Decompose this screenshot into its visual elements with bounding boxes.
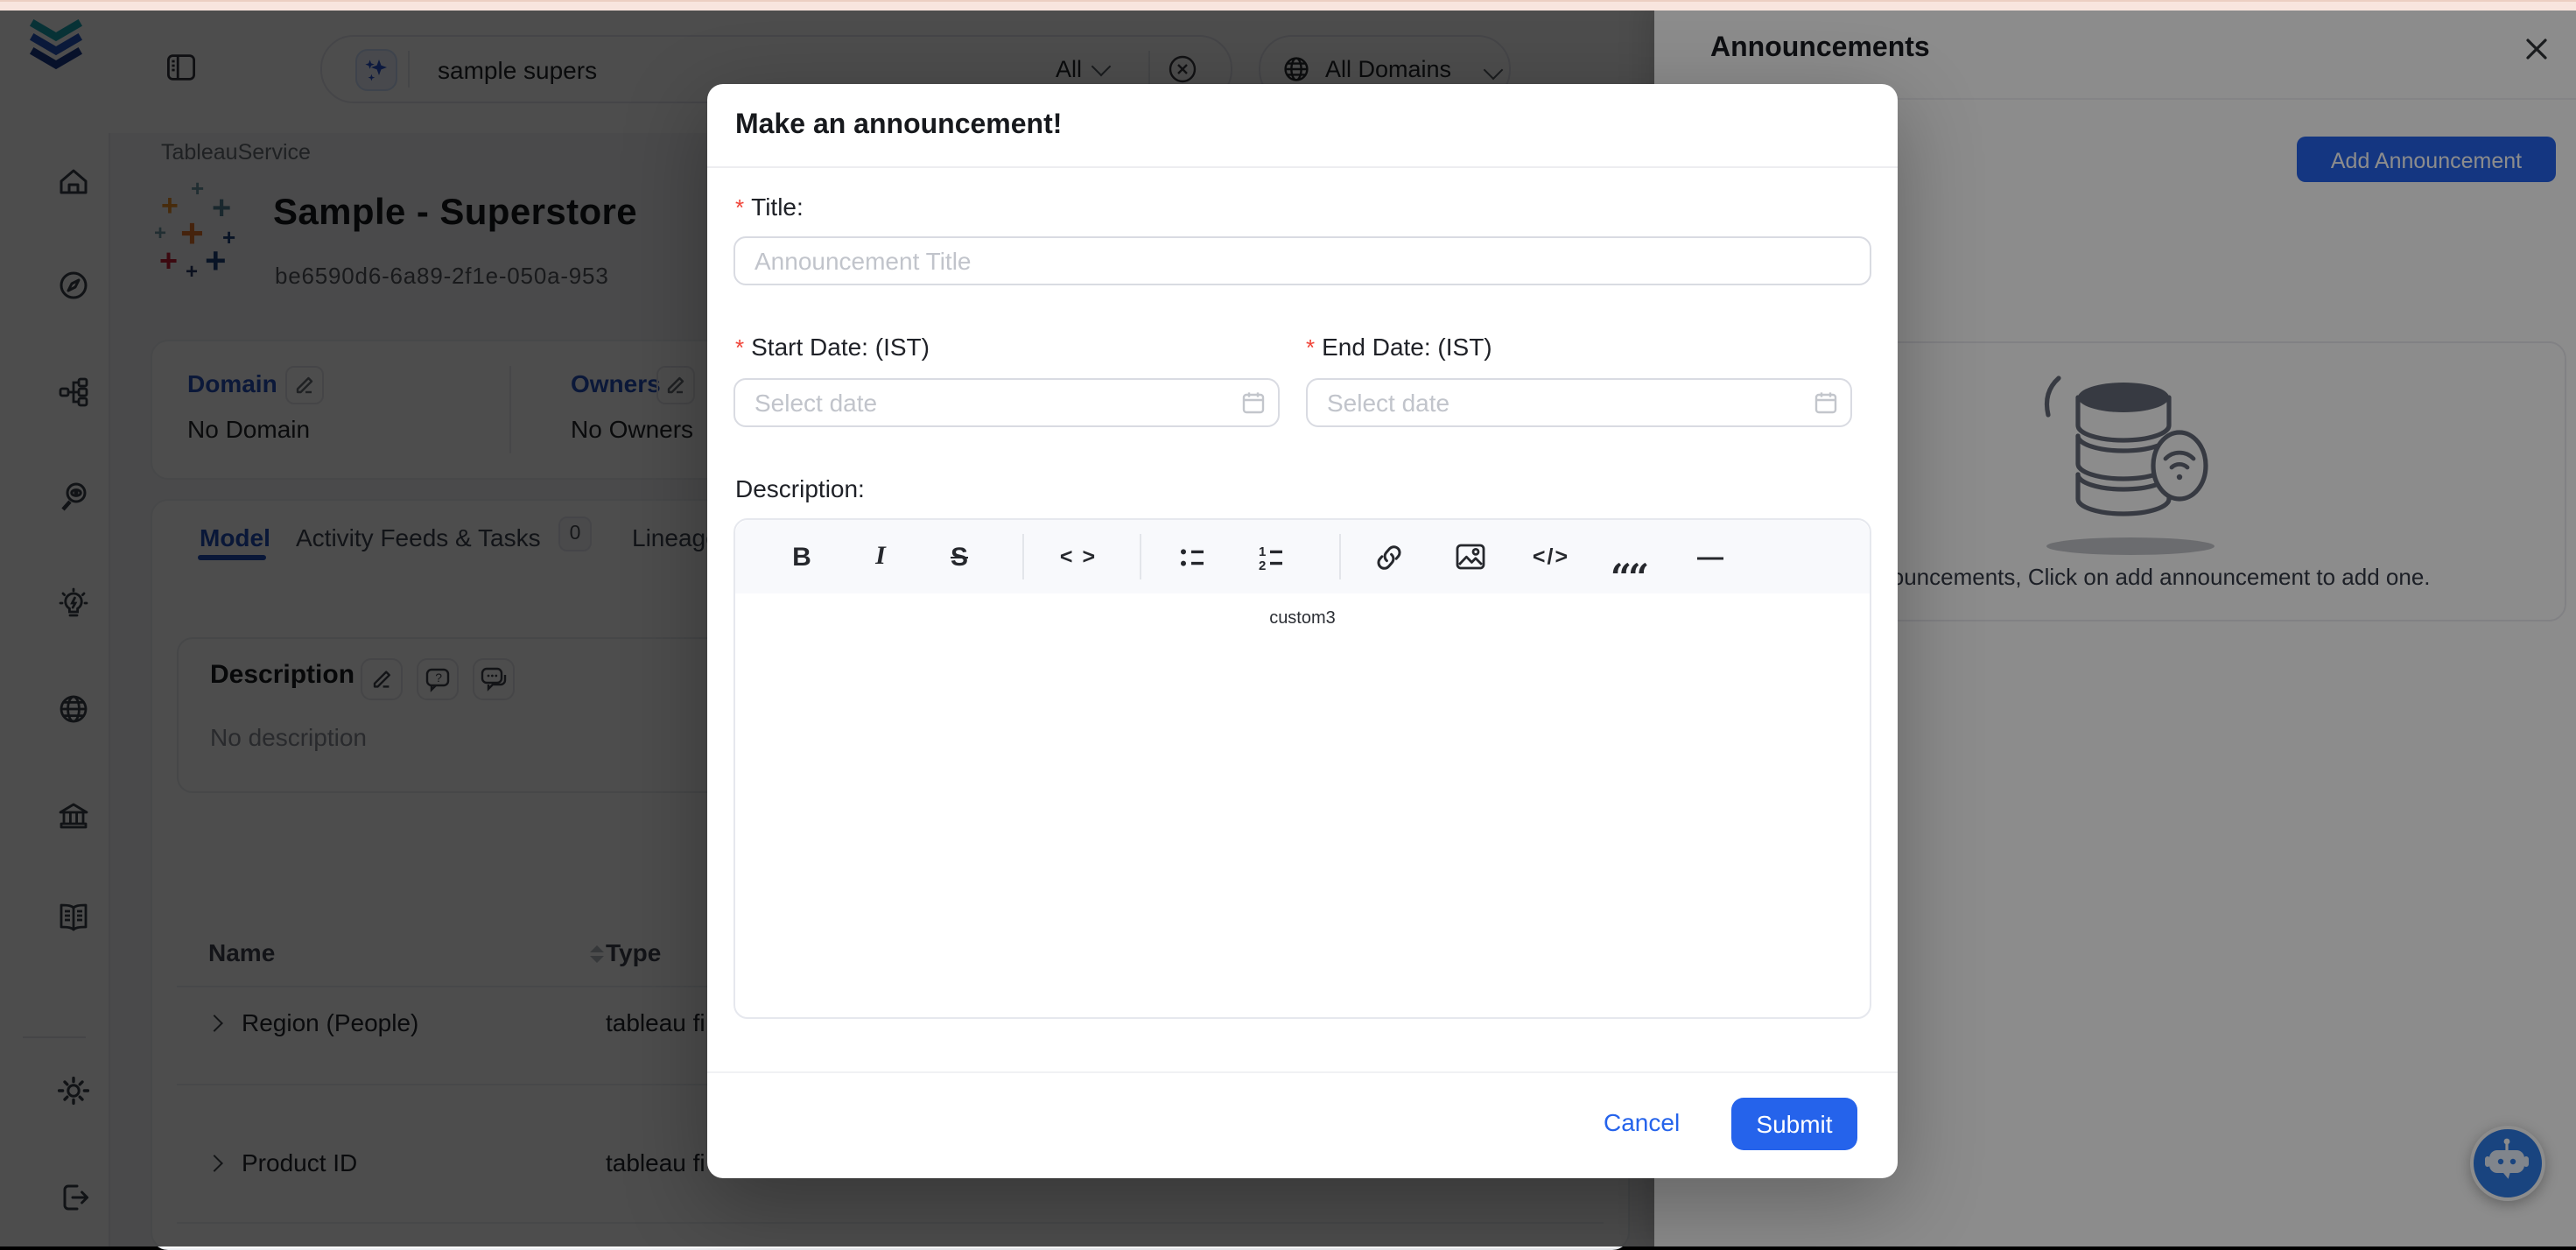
ordered-list-icon[interactable]: 12 [1248, 520, 1294, 593]
modal-header-divider [707, 166, 1898, 168]
modal-title: Make an announcement! [735, 110, 1062, 142]
strikethrough-icon[interactable]: S [938, 520, 980, 593]
cancel-button[interactable]: Cancel [1590, 1101, 1694, 1143]
editor-toolbar: B I S < > 12 </> “ [735, 520, 1870, 595]
toolbar-divider [1022, 534, 1024, 579]
editor-text: custom3 [735, 609, 1870, 629]
announcement-title-input[interactable] [733, 236, 1871, 285]
required-asterisk: * [735, 334, 744, 361]
calendar-icon [1241, 390, 1266, 415]
toolbar-divider [1339, 534, 1341, 579]
start-date-input[interactable] [733, 378, 1280, 427]
end-date-picker[interactable] [1306, 378, 1852, 427]
app-root: sample supers All All Domains TableauSer… [0, 0, 2576, 1246]
svg-text:1: 1 [1258, 544, 1265, 558]
required-asterisk: * [1306, 334, 1315, 361]
required-asterisk: * [735, 194, 744, 221]
link-icon[interactable] [1365, 520, 1411, 593]
rich-text-editor: B I S < > 12 </> “ [733, 518, 1871, 1019]
start-date-label: *Start Date: (IST) [735, 333, 930, 361]
end-date-input[interactable] [1306, 378, 1852, 427]
horizontal-rule-icon[interactable]: — [1688, 520, 1733, 593]
submit-button[interactable]: Submit [1731, 1098, 1857, 1150]
bold-icon[interactable]: B [781, 520, 823, 593]
end-date-label: *End Date: (IST) [1306, 333, 1492, 361]
make-announcement-modal: Make an announcement! *Title: *Start Dat… [707, 84, 1898, 1178]
modal-footer-divider [707, 1071, 1898, 1073]
code-block-icon[interactable]: </> [1523, 520, 1579, 593]
toolbar-divider [1140, 534, 1141, 579]
italic-icon[interactable]: I [860, 520, 902, 593]
title-field-label: *Title: [735, 193, 804, 221]
editor-content-area[interactable]: custom3 [735, 593, 1870, 1017]
calendar-icon [1814, 390, 1838, 415]
start-date-picker[interactable] [733, 378, 1280, 427]
bullet-list-icon[interactable] [1169, 520, 1215, 593]
image-icon[interactable] [1448, 520, 1493, 593]
top-progress-strip [0, 0, 2576, 11]
inline-code-icon[interactable]: < > [1047, 520, 1110, 593]
description-field-label: Description: [735, 474, 865, 502]
svg-text:2: 2 [1258, 558, 1265, 572]
